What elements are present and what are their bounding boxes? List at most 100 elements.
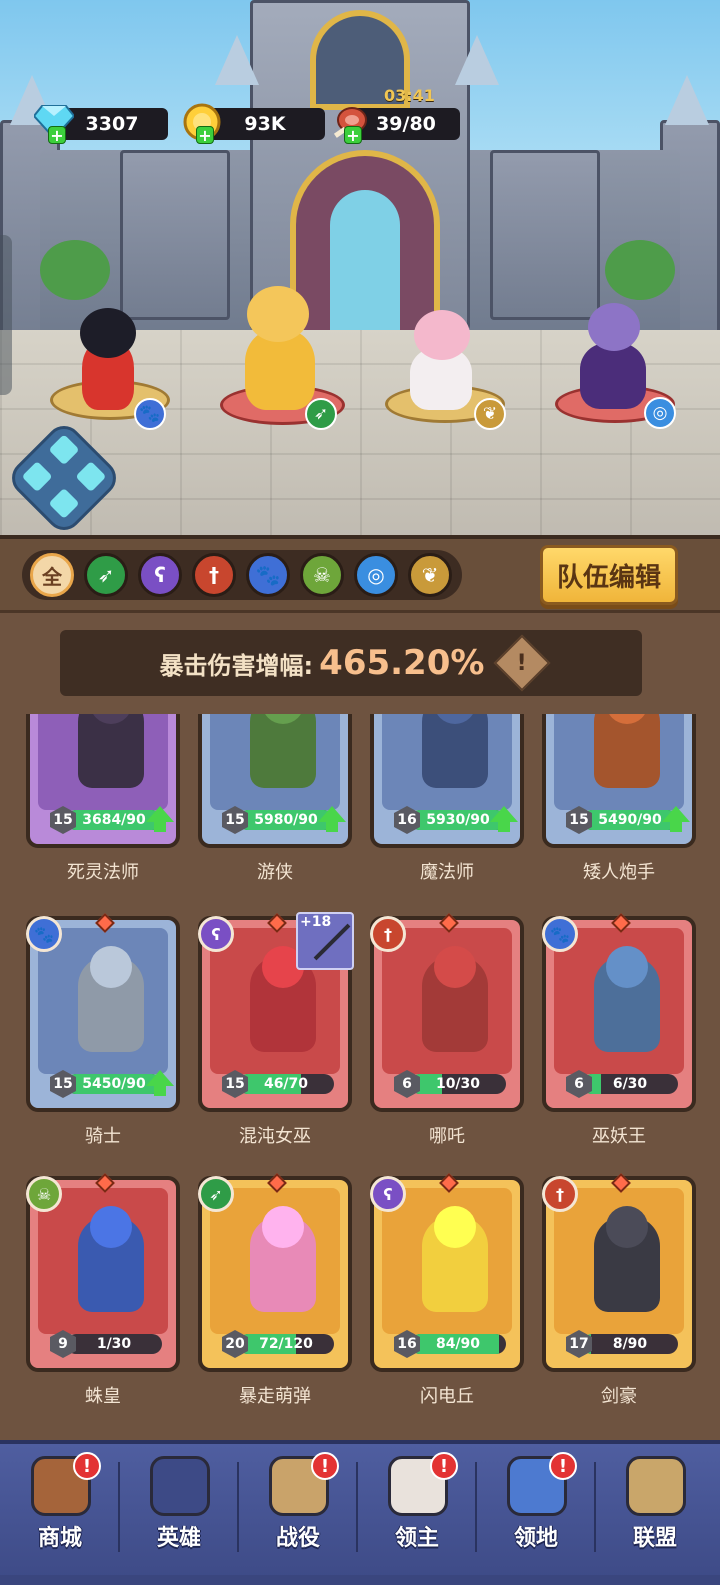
hero-figure <box>250 714 316 788</box>
hero-card[interactable]: 6 10/30 † <box>370 913 524 1112</box>
hero-figure-head <box>90 1206 132 1248</box>
filter-wing[interactable]: ❦ <box>408 553 452 597</box>
bush <box>605 240 675 300</box>
hero-figure-head <box>434 1206 476 1248</box>
upgrade-arrow-icon <box>662 806 690 832</box>
alert-badge-icon: ! <box>430 1452 458 1480</box>
weapon-level: +18 <box>300 914 332 930</box>
crit-bonus-value: 465.20% <box>319 643 485 683</box>
pirate-hero[interactable]: 🐾 <box>50 300 180 430</box>
hero-name: 剑豪 <box>601 1386 637 1407</box>
hero-figure <box>78 714 144 788</box>
sword-icon: † <box>209 563 219 587</box>
hero-portrait <box>210 1188 340 1334</box>
shard-progress-text: 8/90 <box>612 1336 648 1352</box>
add-food-button[interactable]: + <box>344 126 362 145</box>
shard-progress-text: 46/70 <box>263 1076 309 1092</box>
hero-name: 混沌女巫 <box>239 1126 311 1147</box>
nav-item[interactable]: 战役 ! <box>239 1448 357 1558</box>
nav-label: 领地 <box>513 1526 558 1551</box>
add-gems-button[interactable]: + <box>48 126 66 145</box>
nav-separator <box>594 1462 596 1552</box>
hero-card[interactable]: 16 5930/90 <box>370 714 524 848</box>
nav-item[interactable]: 领地 ! <box>477 1448 595 1558</box>
meat-icon[interactable]: + <box>328 100 372 145</box>
nav-separator <box>475 1462 477 1552</box>
nav-label: 联盟 <box>632 1526 677 1551</box>
nav-item[interactable]: 商城 ! <box>1 1448 119 1558</box>
hero-figure-head <box>90 946 132 988</box>
bunny-mage-hero[interactable]: ❦ <box>380 300 510 430</box>
filter-swirl[interactable]: ◎ <box>354 553 398 597</box>
paw-icon: 🐾 <box>26 916 62 952</box>
hero-card[interactable]: 15 5980/90 <box>198 714 352 848</box>
hero-name: 哪吒 <box>429 1126 465 1147</box>
alert-badge-icon: ! <box>311 1452 339 1480</box>
paw-icon: 🐾 <box>134 398 166 430</box>
filter-staff[interactable]: ʕ <box>138 553 182 597</box>
home-indicator <box>0 1575 720 1585</box>
filter-paw[interactable]: 🐾 <box>246 553 290 597</box>
hero-portrait <box>554 1188 684 1334</box>
golden-knight-hero[interactable]: ➶ <box>215 280 345 430</box>
hero-card[interactable]: 16 84/90 ʕ <box>370 1173 524 1372</box>
hero-cards-icon <box>150 1456 210 1516</box>
wing-icon: ❦ <box>474 398 506 430</box>
filter-all[interactable]: 全 <box>30 553 74 597</box>
shard-progress-text: 1/30 <box>96 1336 132 1352</box>
weapon-slot[interactable]: +18 <box>296 912 354 970</box>
hero-card[interactable]: 9 1/30 ☠ <box>26 1173 180 1372</box>
swirl-icon: ◎ <box>644 397 676 429</box>
nav-item[interactable]: 领主 ! <box>358 1448 476 1558</box>
hero-portrait <box>382 928 512 1074</box>
roof-spire <box>455 35 499 85</box>
team-edit-button[interactable]: 队伍编辑 <box>540 545 678 605</box>
hero-card[interactable]: 15 5490/90 <box>542 714 696 848</box>
shard-progress-bar: 6/30 <box>582 1074 678 1094</box>
hero-portrait <box>382 714 512 810</box>
filter-bow[interactable]: ➶ <box>84 553 128 597</box>
dark-succubus-hero[interactable]: ◎ <box>550 295 685 430</box>
food-count: 39/80 <box>376 113 436 135</box>
info-icon[interactable]: ! <box>494 634 551 692</box>
upgrade-arrow-icon <box>490 806 518 832</box>
hero-name: 蛛皇 <box>85 1386 121 1407</box>
gold-count: 93K <box>244 113 286 135</box>
shard-progress-text: 6/30 <box>612 1076 648 1092</box>
gem-icon[interactable]: + <box>32 100 76 145</box>
swirl-icon: ◎ <box>367 563 385 587</box>
nav-item[interactable]: 英雄 <box>120 1448 238 1558</box>
filter-sword[interactable]: † <box>192 553 236 597</box>
nav-separator <box>237 1462 239 1552</box>
bow-icon: ➶ <box>97 563 115 587</box>
alert-badge-icon: ! <box>549 1452 577 1480</box>
battle-scene: 3307 + 93K + 03:41 39/80 + 🐾 ➶ ❦ ◎ <box>0 0 720 545</box>
hero-card[interactable]: 20 72/120 ➶ <box>198 1173 352 1372</box>
shard-progress-text: 10/30 <box>435 1076 481 1092</box>
nav-item[interactable]: 联盟 <box>596 1448 714 1558</box>
hero-card[interactable]: 17 8/90 † <box>542 1173 696 1372</box>
bush <box>40 240 110 300</box>
shard-progress-bar: 10/30 <box>410 1074 506 1094</box>
crit-bonus-bar: 暴击伤害增幅: 465.20% ! <box>60 630 642 696</box>
hero-figure-head <box>606 946 648 988</box>
side-drawer-handle[interactable] <box>0 235 12 395</box>
hero-name: 闪电丘 <box>420 1386 474 1407</box>
add-gold-button[interactable]: + <box>196 126 214 145</box>
hero-card[interactable]: 15 5450/90 🐾 <box>26 913 180 1112</box>
gold-coin-icon[interactable]: + <box>180 100 224 145</box>
food-timer: 03:41 <box>384 86 435 105</box>
hero-card[interactable]: 6 6/30 🐾 <box>542 913 696 1112</box>
hero-portrait <box>382 1188 512 1334</box>
skull-icon: ☠ <box>26 1176 62 1212</box>
sword-icon: † <box>542 1176 578 1212</box>
hero-name: 矮人炮手 <box>583 862 655 883</box>
alert-badge-icon: ! <box>73 1452 101 1480</box>
filter-skull[interactable]: ☠ <box>300 553 344 597</box>
info-mark: ! <box>517 650 528 676</box>
castle-tower-inner-left <box>120 150 230 320</box>
sword-icon: † <box>370 916 406 952</box>
hero-card[interactable]: 15 3684/90 <box>26 714 180 848</box>
shard-progress-bar: 1/30 <box>66 1334 162 1354</box>
shard-progress-bar: 84/90 <box>410 1334 506 1354</box>
